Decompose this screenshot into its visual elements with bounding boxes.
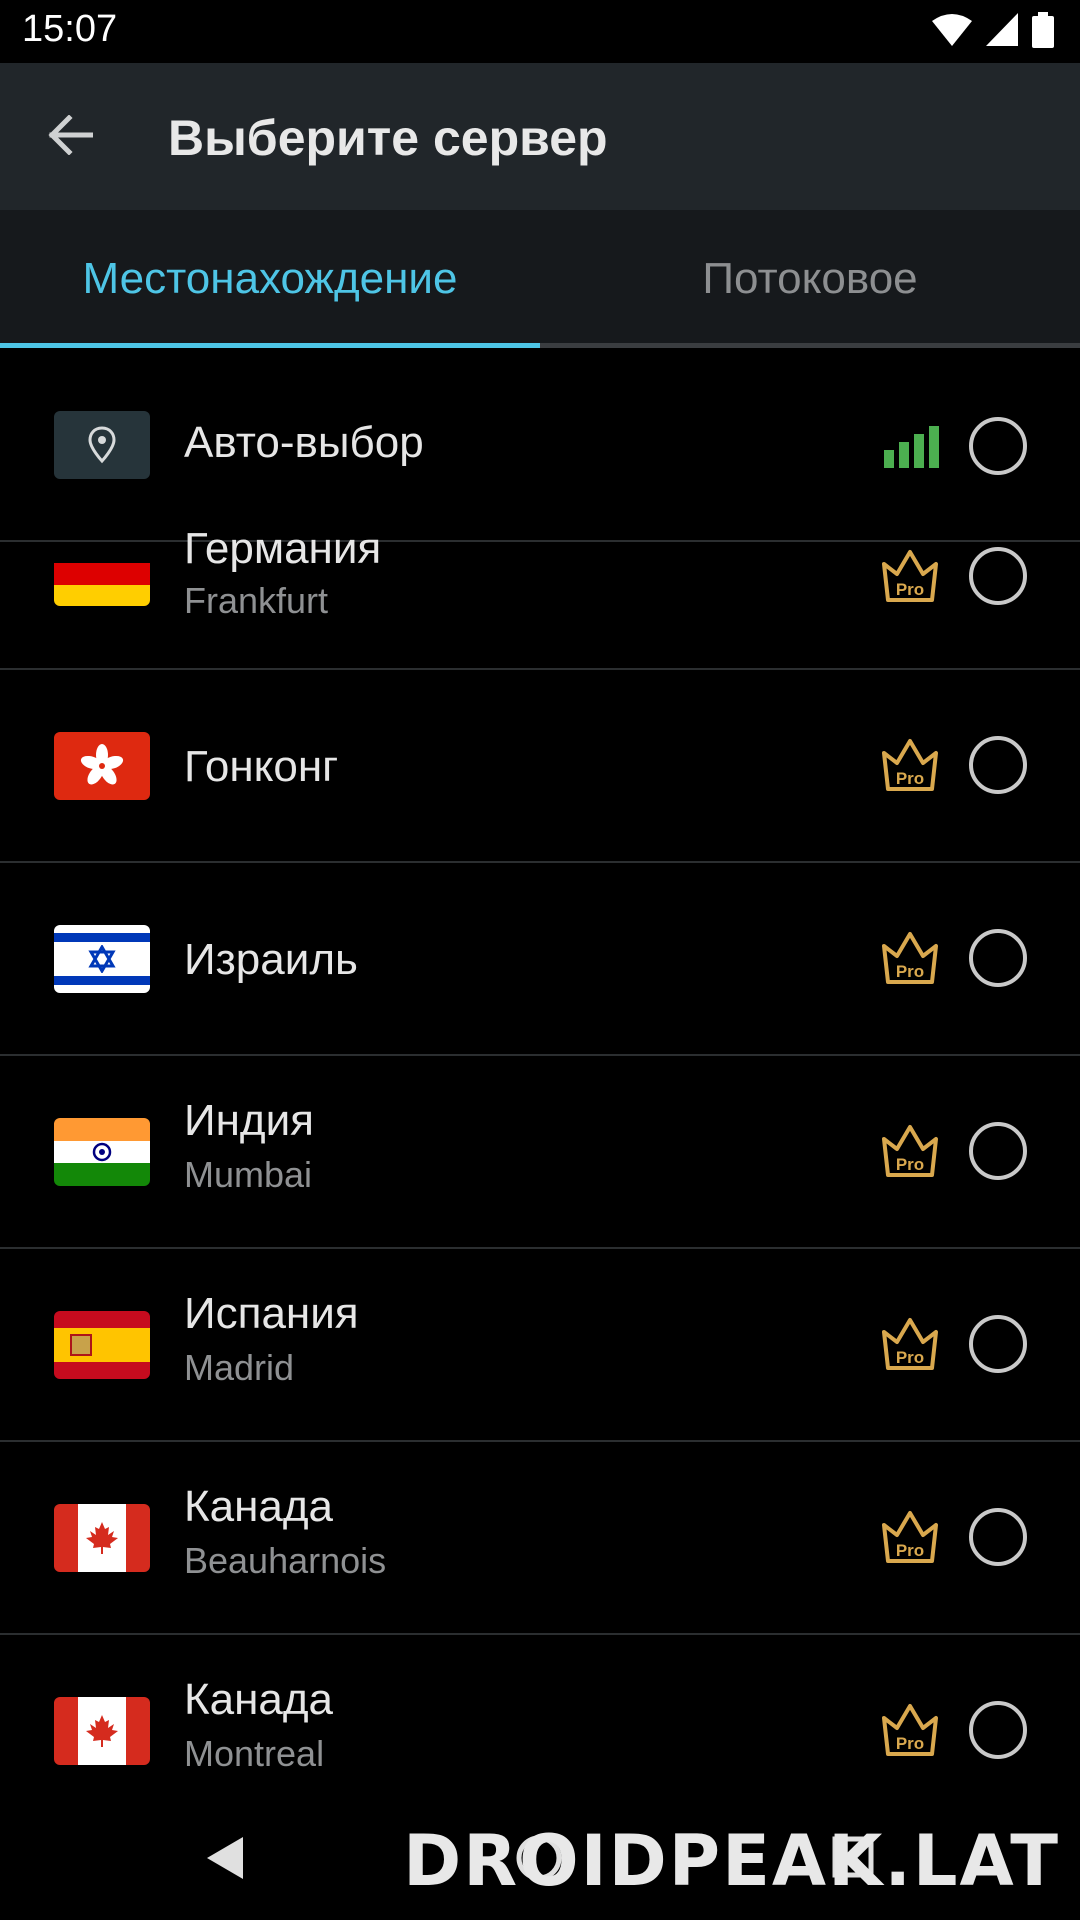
radio-button[interactable] — [969, 1701, 1027, 1759]
pro-crown-icon: Pro — [882, 932, 938, 984]
svg-text:Pro: Pro — [896, 1734, 924, 1753]
watermark: DROIDPEAK.LAT — [403, 1820, 1060, 1902]
auto-select-label: Авто-выбор — [184, 418, 424, 467]
tab-location[interactable]: Местонахождение — [0, 210, 540, 348]
radio-button[interactable] — [969, 1315, 1027, 1373]
list-item-server[interactable]: Испания Madrid Pro — [0, 1249, 1080, 1442]
radio-button[interactable] — [969, 417, 1027, 475]
list-item-server[interactable]: Канада Montreal Pro — [0, 1635, 1080, 1800]
server-country: Индия — [184, 1096, 315, 1145]
flag-israel — [54, 925, 150, 993]
list-item-server[interactable]: Гонконг Pro — [0, 670, 1080, 863]
svg-text:Pro: Pro — [896, 1155, 924, 1174]
svg-text:Pro: Pro — [896, 1348, 924, 1367]
back-button[interactable] — [40, 105, 100, 165]
flag-canada — [54, 1697, 150, 1765]
flag-spain — [54, 1311, 150, 1379]
server-city: Mumbai — [184, 1154, 313, 1195]
wifi-icon — [932, 14, 972, 46]
list-item-server[interactable]: Израиль Pro — [0, 863, 1080, 1056]
radio-button[interactable] — [969, 1122, 1027, 1180]
signal-strength-icon — [884, 426, 939, 468]
cell-signal-icon — [986, 13, 1018, 46]
radio-button[interactable] — [969, 547, 1027, 605]
list-item-auto[interactable]: Авто-выбор — [0, 348, 1080, 542]
server-country: Канада — [184, 1675, 334, 1724]
svg-text:Pro: Pro — [896, 769, 924, 788]
location-pin-icon — [54, 411, 150, 479]
nav-back-icon[interactable] — [205, 1835, 245, 1881]
server-country: Гонконг — [184, 742, 339, 791]
svg-text:Pro: Pro — [896, 962, 924, 981]
battery-icon — [1032, 12, 1054, 48]
list-item-server[interactable]: Германия Frankfurt Pro — [0, 524, 1080, 670]
status-time: 15:07 — [22, 8, 118, 50]
pro-crown-icon: Pro — [882, 1318, 938, 1370]
list-item-server[interactable]: Канада Beauharnois Pro — [0, 1442, 1080, 1635]
server-country: Германия — [184, 524, 382, 573]
pro-crown-icon: Pro — [882, 739, 938, 791]
server-city: Madrid — [184, 1347, 295, 1388]
pro-crown-icon: Pro — [882, 1125, 938, 1177]
pro-crown-icon: Pro — [882, 550, 938, 602]
flag-hong-kong — [54, 732, 150, 800]
server-country: Израиль — [184, 935, 358, 984]
server-country: Испания — [184, 1289, 359, 1338]
list-item-server[interactable]: Индия Mumbai Pro — [0, 1056, 1080, 1249]
page-title: Выберите сервер — [168, 110, 608, 166]
server-city: Beauharnois — [184, 1540, 387, 1581]
tab-streaming[interactable]: Потоковое — [540, 210, 1080, 348]
app-bar: Выберите сервер — [0, 63, 1080, 210]
pro-crown-icon: Pro — [882, 1511, 938, 1563]
tab-bar: Местонахождение Потоковое — [0, 210, 1080, 348]
flag-india — [54, 1118, 150, 1186]
server-list[interactable]: Авто-выбор Германия Frankfurt Pro Гонкон… — [0, 348, 1080, 1800]
arrow-left-icon — [48, 115, 93, 155]
server-city: Frankfurt — [184, 580, 329, 621]
radio-button[interactable] — [969, 1508, 1027, 1566]
svg-text:Pro: Pro — [896, 1541, 924, 1560]
pro-crown-icon: Pro — [882, 1704, 938, 1756]
flag-canada — [54, 1504, 150, 1572]
svg-text:Pro: Pro — [896, 580, 924, 599]
status-bar: 15:07 — [0, 0, 1080, 63]
server-city: Montreal — [184, 1733, 325, 1774]
radio-button[interactable] — [969, 736, 1027, 794]
radio-button[interactable] — [969, 929, 1027, 987]
flag-germany — [54, 542, 150, 606]
server-country: Канада — [184, 1482, 334, 1531]
